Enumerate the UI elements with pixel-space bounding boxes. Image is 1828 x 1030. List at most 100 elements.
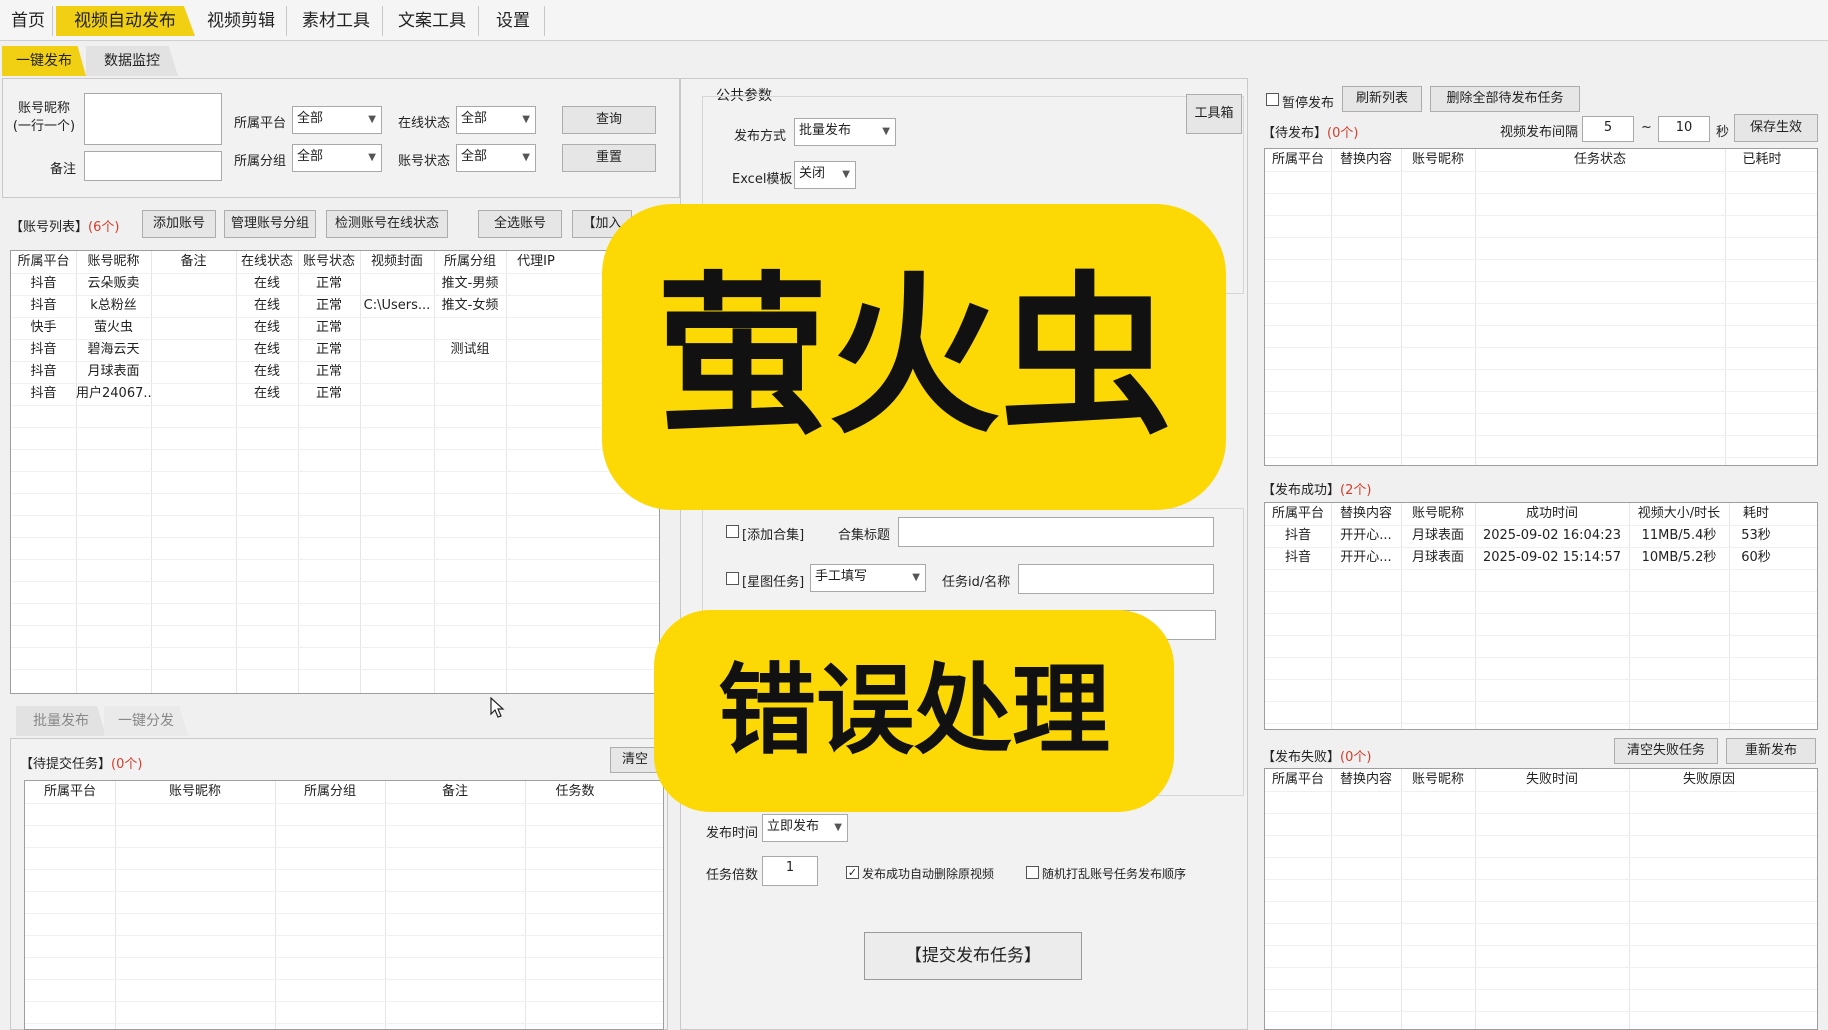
table-cell[interactable]: 月球表面 (1401, 547, 1475, 569)
table-cell[interactable]: 抖音 (11, 339, 76, 361)
table-cell[interactable] (434, 383, 506, 405)
column-header[interactable]: 代理IP (506, 251, 566, 273)
tab-video-edit[interactable]: 视频剪辑 (196, 6, 287, 36)
table-cell[interactable]: 抖音 (1265, 525, 1331, 547)
table-cell[interactable]: 推文-女频 (434, 295, 506, 317)
table-cell[interactable]: 抖音 (1265, 547, 1331, 569)
table-cell[interactable] (506, 383, 566, 405)
table-cell[interactable]: 云朵贩卖 (76, 273, 151, 295)
save-apply-button[interactable]: 保存生效 (1734, 114, 1818, 142)
auto-delete-checkbox[interactable]: ✓ (846, 866, 859, 879)
table-cell[interactable]: 月球表面 (1401, 525, 1475, 547)
column-header[interactable]: 视频封面 (360, 251, 434, 273)
column-header[interactable]: 耗时 (1729, 503, 1783, 525)
column-header[interactable]: 替换内容 (1331, 149, 1401, 171)
tab-video-auto-publish[interactable]: 视频自动发布 (56, 6, 195, 36)
table-cell[interactable]: 月球表面 (76, 361, 151, 383)
table-cell[interactable] (360, 273, 434, 295)
table-cell[interactable]: C:\Users... (360, 295, 434, 317)
online-status-select[interactable]: 全部 ▼ (456, 106, 536, 134)
toolbox-button[interactable]: 工具箱 (1186, 94, 1242, 134)
table-cell[interactable]: 53秒 (1729, 525, 1783, 547)
manage-groups-button[interactable]: 管理账号分组 (224, 210, 316, 238)
table-cell[interactable]: 在线 (236, 295, 298, 317)
add-collection-checkbox[interactable] (726, 525, 739, 538)
table-cell[interactable]: 正常 (298, 361, 360, 383)
column-header[interactable]: 所属分组 (275, 781, 385, 803)
column-header[interactable]: 任务数 (525, 781, 625, 803)
table-cell[interactable]: 正常 (298, 383, 360, 405)
refresh-list-button[interactable]: 刷新列表 (1342, 86, 1422, 112)
table-cell[interactable]: 开开心... (1331, 547, 1401, 569)
subtab-data-monitor[interactable]: 数据监控 (86, 46, 178, 76)
table-cell[interactable] (506, 295, 566, 317)
table-cell[interactable]: 快手 (11, 317, 76, 339)
table-cell[interactable]: 正常 (298, 339, 360, 361)
group-select[interactable]: 全部 ▼ (292, 144, 382, 172)
table-cell[interactable]: 在线 (236, 361, 298, 383)
table-cell[interactable]: 正常 (298, 317, 360, 339)
column-header[interactable]: 替换内容 (1331, 503, 1401, 525)
republish-button[interactable]: 重新发布 (1726, 738, 1816, 764)
query-button[interactable]: 查询 (562, 106, 656, 134)
column-header[interactable]: 成功时间 (1475, 503, 1629, 525)
column-header[interactable]: 替换内容 (1331, 769, 1401, 791)
table-cell[interactable]: 在线 (236, 273, 298, 295)
column-header[interactable]: 任务状态 (1475, 149, 1725, 171)
tab-home[interactable]: 首页 (4, 6, 53, 36)
platform-select[interactable]: 全部 ▼ (292, 106, 382, 134)
table-cell[interactable] (151, 295, 236, 317)
column-header[interactable]: 备注 (385, 781, 525, 803)
column-header[interactable]: 所属平台 (1265, 769, 1331, 791)
nickname-input[interactable] (84, 93, 222, 145)
table-cell[interactable]: 萤火虫 (76, 317, 151, 339)
clear-button[interactable]: 清空 (610, 747, 660, 773)
column-header[interactable]: 账号昵称 (115, 781, 275, 803)
account-status-select[interactable]: 全部 ▼ (456, 144, 536, 172)
table-cell[interactable]: 正常 (298, 273, 360, 295)
table-cell[interactable]: 抖音 (11, 361, 76, 383)
table-cell[interactable] (506, 317, 566, 339)
column-header[interactable]: 账号昵称 (1401, 149, 1475, 171)
table-cell[interactable]: k总粉丝 (76, 295, 151, 317)
column-header[interactable]: 失败时间 (1475, 769, 1629, 791)
table-cell[interactable]: 测试组 (434, 339, 506, 361)
table-cell[interactable]: 11MB/5.4秒 (1629, 525, 1729, 547)
publish-mode-select[interactable]: 批量发布 ▼ (794, 118, 896, 146)
table-cell[interactable] (360, 383, 434, 405)
column-header[interactable]: 账号状态 (298, 251, 360, 273)
tab-material-tools[interactable]: 素材工具 (290, 6, 383, 36)
submit-publish-button[interactable]: 【提交发布任务】 (864, 932, 1082, 980)
table-cell[interactable]: 正常 (298, 295, 360, 317)
table-cell[interactable]: 2025-09-02 16:04:23 (1475, 525, 1629, 547)
table-cell[interactable] (360, 317, 434, 339)
excel-template-select[interactable]: 关闭 ▼ (794, 161, 856, 189)
subtab-one-click-publish[interactable]: 一键发布 (2, 46, 86, 76)
table-cell[interactable] (151, 317, 236, 339)
table-cell[interactable]: 推文-男频 (434, 273, 506, 295)
table-cell[interactable]: 用户24067... (76, 383, 151, 405)
column-header[interactable]: 所属平台 (1265, 503, 1331, 525)
table-cell[interactable]: 抖音 (11, 295, 76, 317)
publish-time-select[interactable]: 立即发布 ▼ (762, 814, 848, 842)
tab-batch-publish[interactable]: 批量发布 (16, 706, 106, 736)
column-header[interactable]: 账号昵称 (1401, 503, 1475, 525)
table-cell[interactable]: 在线 (236, 339, 298, 361)
delete-all-pending-button[interactable]: 删除全部待发布任务 (1430, 86, 1580, 112)
column-header[interactable]: 所属平台 (1265, 149, 1331, 171)
check-online-button[interactable]: 检测账号在线状态 (326, 210, 448, 238)
star-mode-select[interactable]: 手工填写 ▼ (810, 564, 926, 592)
tab-copy-tools[interactable]: 文案工具 (386, 6, 479, 36)
column-header[interactable]: 失败原因 (1629, 769, 1789, 791)
column-header[interactable]: 视频大小/时长 (1629, 503, 1729, 525)
table-cell[interactable]: 碧海云天 (76, 339, 151, 361)
star-task-checkbox[interactable] (726, 572, 739, 585)
column-header[interactable]: 已耗时 (1725, 149, 1799, 171)
table-cell[interactable]: 开开心... (1331, 525, 1401, 547)
interval-min-input[interactable]: 5 (1582, 116, 1634, 142)
table-cell[interactable] (151, 273, 236, 295)
tab-settings[interactable]: 设置 (482, 6, 545, 36)
table-cell[interactable] (151, 361, 236, 383)
table-cell[interactable] (434, 317, 506, 339)
pause-publish-checkbox[interactable] (1266, 93, 1279, 106)
